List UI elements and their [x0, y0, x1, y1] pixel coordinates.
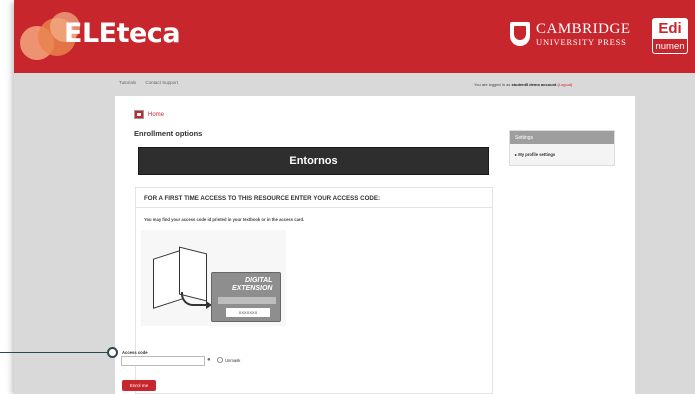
access-code-label: Access code: [122, 350, 148, 355]
unmask-radio[interactable]: [217, 357, 223, 363]
brand-name[interactable]: ELEteca: [64, 18, 181, 49]
tutorials-link[interactable]: Tutorials: [119, 80, 136, 85]
logout-link[interactable]: (Logout): [557, 82, 572, 87]
page-title: Enrollment options: [134, 129, 203, 138]
eye-icon[interactable]: ●: [207, 357, 211, 363]
browser-screen: ELEteca Cambridge University Press Edi n…: [14, 0, 695, 394]
my-profile-settings-label: My profile settings: [518, 152, 556, 157]
access-card-illustration: DIGITAL EXTENSION XXXXXXX: [141, 230, 286, 326]
cambridge-logo[interactable]: Cambridge University Press: [510, 22, 631, 47]
access-code-input[interactable]: [121, 356, 205, 366]
login-user-link[interactable]: student5 demo account: [511, 82, 556, 87]
enrol-button[interactable]: Enrol me: [122, 380, 156, 391]
edinumen-logo[interactable]: Edi numen: [652, 18, 688, 54]
access-code-heading: FOR A FIRST TIME ACCESS TO THIS RESOURCE…: [136, 188, 492, 208]
settings-title: Settings: [510, 131, 614, 144]
settings-block: Settings ▸ My profile settings: [509, 130, 615, 166]
unmask-label: Unmask: [225, 357, 241, 363]
unmask-toggle[interactable]: Unmask: [217, 357, 240, 363]
callout-dot-icon: [107, 347, 118, 358]
publisher-name: Cambridge: [536, 21, 631, 37]
course-banner: Entornos: [138, 147, 489, 175]
contact-support-link[interactable]: Contact Support: [145, 80, 178, 85]
edinumen-logo-bottom: numen: [653, 39, 687, 53]
card-code: XXXXXXX: [226, 308, 270, 317]
breadcrumb-home[interactable]: Home: [148, 112, 164, 118]
main-content: Home Enrollment options Entornos FOR A F…: [115, 96, 635, 394]
login-info: You are logged in as student5 demo accou…: [474, 82, 572, 87]
home-icon: [134, 110, 144, 119]
breadcrumb[interactable]: Home: [134, 110, 164, 119]
callout-line: [0, 352, 108, 353]
edinumen-logo-top: Edi: [658, 20, 682, 37]
publisher-subname: University Press: [536, 37, 627, 47]
card-title-line1: DIGITAL: [244, 277, 273, 284]
site-header: ELEteca Cambridge University Press Edi n…: [14, 0, 695, 73]
login-prefix: You are logged in as: [474, 82, 511, 87]
card-title-line2: EXTENSION: [232, 285, 273, 292]
access-code-help: You may find your access code id printed…: [144, 217, 305, 222]
my-profile-settings-link[interactable]: ▸ My profile settings: [510, 144, 614, 157]
cambridge-shield-icon: [510, 22, 530, 47]
access-card-image: DIGITAL EXTENSION XXXXXXX: [211, 272, 281, 322]
